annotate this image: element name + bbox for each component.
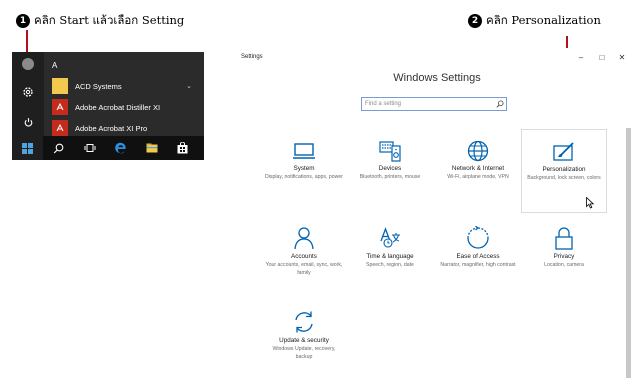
update-icon [295,311,313,333]
app-item-label: ACD Systems [75,81,122,91]
tile-devices[interactable]: Devices Bluetooth, printers, mouse [347,140,433,222]
time-language-icon [380,227,400,248]
ease-of-access-icon [467,226,489,249]
file-explorer-icon[interactable] [136,136,167,160]
step-2-callout: 2 คลิก Personalization [468,12,601,30]
tile-description: Display, notifications, apps, power [264,174,344,180]
tile-personalization[interactable]: Personalization Background, lock screen,… [521,129,607,213]
app-item-acd-systems[interactable]: ACD Systems ⌄ [52,77,202,95]
tile-update-security[interactable]: Update & security Windows Update, recove… [261,310,347,386]
devices-icon [379,141,401,162]
close-button[interactable]: ✕ [616,51,628,63]
edge-icon[interactable] [105,136,136,160]
tile-label: Network & Internet [451,165,505,172]
tile-description: Your accounts, email, sync, work, family [265,262,343,276]
folder-icon [52,78,68,94]
app-item-acrobat-distiller[interactable]: Adobe Acrobat Distiller XI [52,98,202,116]
app-item-label: Adobe Acrobat XI Pro [75,123,148,133]
start-rail [12,52,44,136]
laptop-icon [293,143,315,159]
lock-icon [555,227,573,250]
tile-description: Location, camera [544,262,584,268]
mouse-cursor-icon [586,197,594,209]
search-input[interactable]: Find a setting [361,97,507,111]
search-icon[interactable] [43,136,74,160]
tile-label: System [293,165,315,172]
search-icon[interactable] [494,98,506,110]
windows-start-icon[interactable] [12,136,43,160]
tile-accounts[interactable]: Accounts Your accounts, email, sync, wor… [261,226,347,308]
globe-icon [467,140,489,162]
start-menu: A ACD Systems ⌄ Adobe Acrobat Distiller … [12,52,204,160]
search-placeholder: Find a setting [365,101,402,107]
minimize-button[interactable]: – [575,51,587,63]
power-icon[interactable] [20,114,36,130]
step-2-text: คลิก Personalization [486,13,601,27]
tile-privacy[interactable]: Privacy Location, camera [521,226,607,308]
tile-ease-of-access[interactable]: Ease of Access Narrator, magnifier, high… [435,226,521,308]
maximize-button[interactable]: □ [596,51,608,63]
tile-label: Devices [378,165,402,172]
step-1-text: คลิก Start แล้วเลือก Setting [34,13,185,27]
app-list-letter-header: A [52,61,58,70]
app-item-acrobat-pro[interactable]: Adobe Acrobat XI Pro [52,119,202,137]
tile-label: Time & language [366,253,414,260]
tile-description: Speech, region, date [366,262,414,268]
store-icon[interactable] [167,136,198,160]
step-1-number: 1 [16,14,30,28]
step-2-number: 2 [468,14,482,28]
user-icon[interactable] [20,56,36,72]
tile-label: Accounts [291,253,317,260]
tile-system[interactable]: System Display, notifications, apps, pow… [261,140,347,222]
tile-label: Privacy [553,253,575,260]
task-view-icon[interactable] [74,136,105,160]
tile-network-internet[interactable]: Network & Internet Wi-Fi, airplane mode,… [435,140,521,222]
tile-description: Wi-Fi, airplane mode, VPN [447,174,509,180]
taskbar [12,136,204,160]
person-icon [294,227,314,250]
window-title: Settings [241,54,263,60]
adobe-acrobat-icon [52,120,68,136]
personalization-icon [553,142,574,161]
settings-window: Settings – □ ✕ Windows Settings Find a s… [232,48,636,384]
tile-time-language[interactable]: Time & language Speech, region, date [347,226,433,308]
scrollbar[interactable] [626,128,631,378]
tile-description: Narrator, magnifier, high contrast [440,262,516,268]
chevron-down-icon[interactable]: ⌄ [186,82,192,90]
tile-description: Windows Update, recovery, backup [272,346,336,360]
page-title: Windows Settings [393,72,481,84]
adobe-acrobat-icon [52,99,68,115]
tile-label: Personalization [542,166,586,173]
tile-label: Update & security [279,337,329,344]
app-item-label: Adobe Acrobat Distiller XI [75,102,161,112]
settings-gear-icon[interactable] [20,84,36,100]
tile-description: Background, lock screen, colors [527,175,601,181]
step-1-callout: 1 คลิก Start แล้วเลือก Setting [16,12,184,30]
tile-description: Bluetooth, printers, mouse [359,174,421,180]
tile-label: Ease of Access [456,253,500,260]
